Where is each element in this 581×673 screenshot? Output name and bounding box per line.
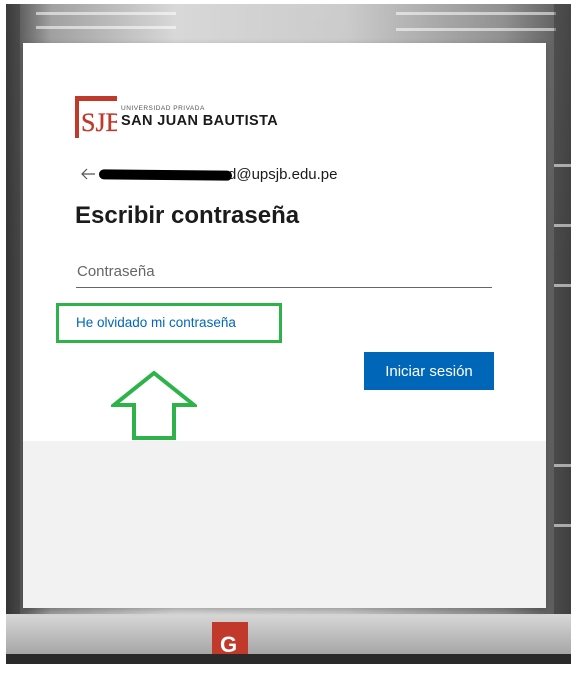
arrow-left-icon[interactable] [80,167,96,181]
signin-button[interactable]: Iniciar sesión [364,352,494,390]
svg-text:SJB: SJB [81,108,117,137]
university-logo: SJB UNIVERSIDAD PRIVADA SAN JUAN BAUTIST… [75,96,278,138]
forgot-password-link[interactable]: He olvidado mi contraseña [76,315,236,330]
sjb-logo-icon: SJB [75,96,123,138]
password-input[interactable] [76,255,492,288]
logo-title: SAN JUAN BAUTISTA [121,113,279,129]
page-title: Escribir contraseña [75,202,300,229]
card-footer [23,441,546,608]
email-redaction [98,169,233,181]
login-card: SJB UNIVERSIDAD PRIVADA SAN JUAN BAUTIST… [23,43,546,608]
logo-subtitle: UNIVERSIDAD PRIVADA [121,105,205,112]
up-arrow-outline-icon [108,370,200,442]
account-email: d@upsjb.edu.pe [228,165,338,183]
